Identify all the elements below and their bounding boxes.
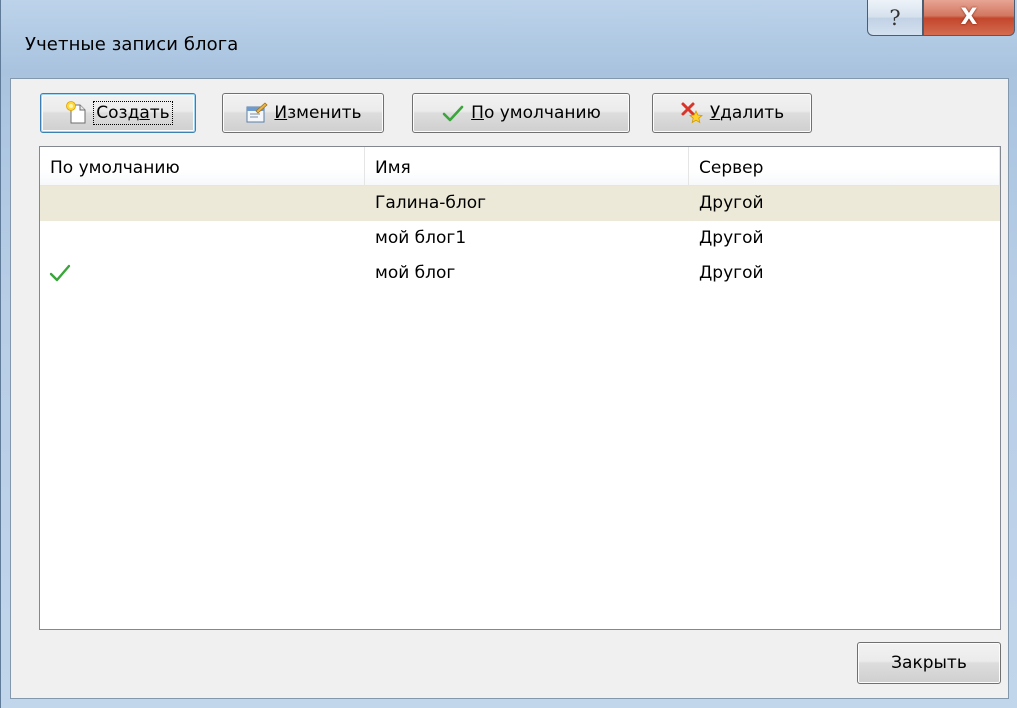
dialog-window: Учетные записи блога ? X Создать Изменит… <box>0 0 1017 708</box>
column-header-default[interactable]: По умолчанию <box>40 147 365 185</box>
blog-accounts-list[interactable]: По умолчанию Имя Сервер Галина-блог Друг… <box>39 146 1001 630</box>
list-header: По умолчанию Имя Сервер <box>40 147 1000 186</box>
new-document-icon <box>65 101 89 125</box>
row-server: Другой <box>699 263 764 283</box>
green-check-icon <box>441 101 465 125</box>
row-name: мой блог <box>375 263 456 283</box>
list-row[interactable]: мой блог Другой <box>40 256 1000 291</box>
row-name: Галина-блог <box>375 193 487 213</box>
set-default-button[interactable]: По умолчанию <box>412 93 630 133</box>
dialog-client-area: Создать Изменить По умолчанию Удалить По… <box>10 78 1009 699</box>
row-server: Другой <box>699 193 764 213</box>
delete-x-icon <box>680 101 704 125</box>
title-bar[interactable]: Учетные записи блога ? X <box>1 0 1017 78</box>
help-button[interactable]: ? <box>867 0 923 36</box>
row-server: Другой <box>699 228 764 248</box>
edit-button[interactable]: Изменить <box>222 93 384 133</box>
default-check-icon <box>48 261 72 285</box>
column-header-server[interactable]: Сервер <box>689 147 1000 185</box>
close-icon: X <box>960 5 978 30</box>
delete-button[interactable]: Удалить <box>652 93 812 133</box>
close-button[interactable]: Закрыть <box>857 642 1001 684</box>
list-row[interactable]: Галина-блог Другой <box>40 186 1000 221</box>
edit-properties-icon <box>244 101 269 125</box>
create-button[interactable]: Создать <box>40 93 196 133</box>
help-icon: ? <box>889 5 901 30</box>
list-row[interactable]: мой блог1 Другой <box>40 221 1000 256</box>
column-header-name[interactable]: Имя <box>365 147 689 185</box>
row-name: мой блог1 <box>375 228 467 248</box>
window-title: Учетные записи блога <box>25 34 239 55</box>
close-window-button[interactable]: X <box>923 0 1015 36</box>
